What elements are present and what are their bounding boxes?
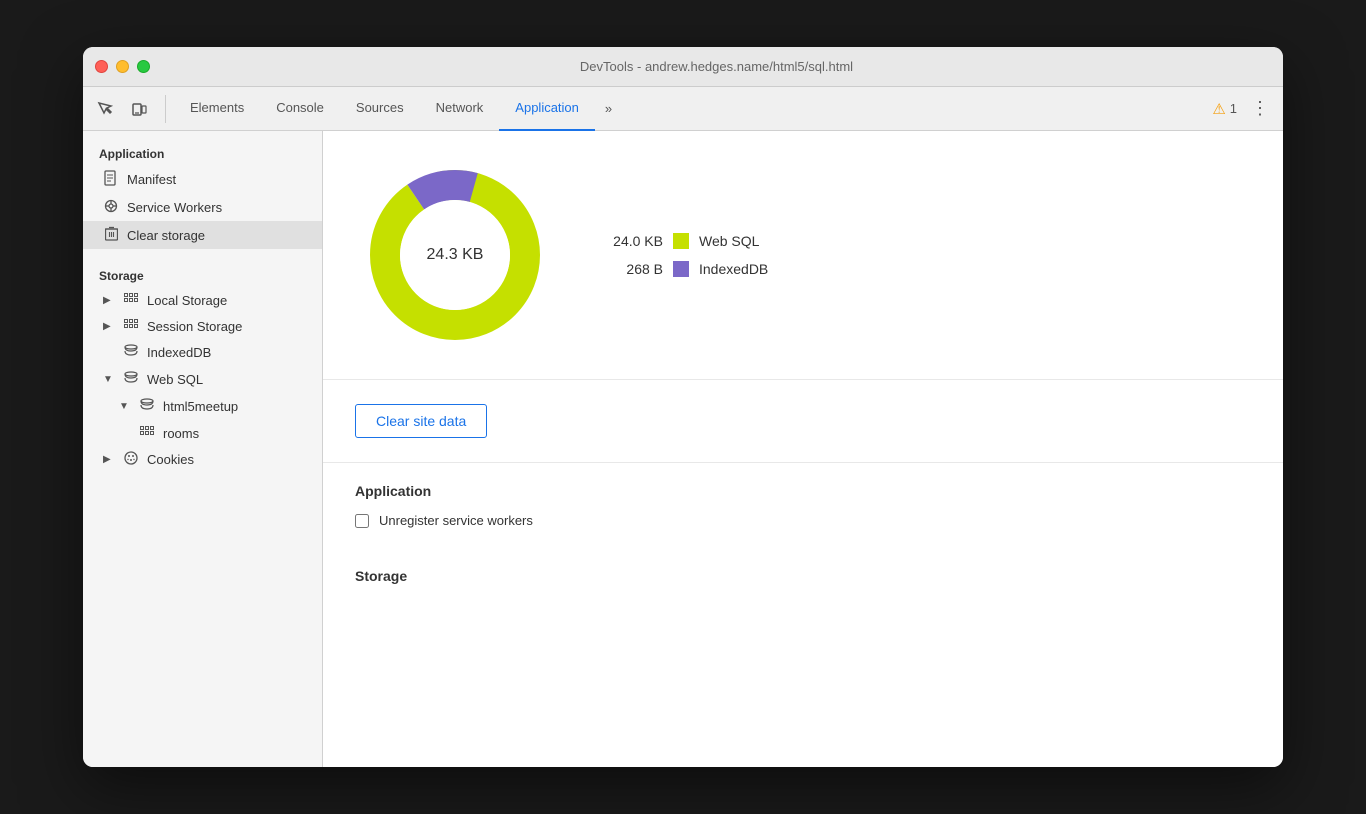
clear-storage-label: Clear storage	[127, 228, 205, 243]
tab-elements[interactable]: Elements	[174, 87, 260, 131]
html5meetup-label: html5meetup	[163, 399, 238, 414]
app-section-title: Application	[83, 139, 322, 165]
session-storage-label: Session Storage	[147, 319, 242, 334]
local-storage-icon	[123, 292, 139, 308]
indexeddb-label: IndexedDB	[147, 345, 211, 360]
storage-section-title: Storage	[83, 261, 322, 287]
chart-center-label: 24.3 KB	[427, 246, 484, 264]
legend-item-websql: 24.0 KB Web SQL	[603, 233, 768, 249]
manifest-icon	[103, 170, 119, 189]
indexeddb-name: IndexedDB	[699, 261, 768, 277]
html5meetup-expand[interactable]: ▼	[119, 401, 131, 412]
main-content: 24.3 KB 24.0 KB Web SQL 268 B IndexedDB	[323, 131, 1283, 767]
unregister-sw-label: Unregister service workers	[379, 513, 533, 528]
warning-icon: ⚠	[1212, 100, 1225, 118]
window-title: DevTools - andrew.hedges.name/html5/sql.…	[162, 59, 1271, 74]
tab-sources[interactable]: Sources	[340, 87, 420, 131]
tab-console[interactable]: Console	[260, 87, 340, 131]
unregister-sw-item: Unregister service workers	[355, 513, 1251, 528]
indexeddb-color	[673, 261, 689, 277]
sidebar-item-manifest[interactable]: Manifest	[83, 165, 322, 194]
sidebar-item-cookies[interactable]: ▶ Cookies	[83, 446, 322, 473]
cookies-icon	[123, 451, 139, 468]
sidebar-item-clear-storage[interactable]: Clear storage	[83, 221, 322, 249]
clear-section: Clear site data	[323, 380, 1283, 463]
storage-heading: Storage	[323, 548, 1283, 584]
chart-section: 24.3 KB 24.0 KB Web SQL 268 B IndexedDB	[323, 131, 1283, 380]
more-options[interactable]: ⋮	[1245, 98, 1275, 119]
cookies-label: Cookies	[147, 452, 194, 467]
web-sql-icon	[123, 371, 139, 388]
service-workers-icon	[103, 199, 119, 216]
manifest-label: Manifest	[127, 172, 176, 187]
toolbar-right: ⚠ 1 ⋮	[1212, 98, 1275, 119]
inspect-icon[interactable]	[91, 95, 119, 123]
session-storage-icon	[123, 318, 139, 334]
sidebar: Application Manifest	[83, 131, 323, 767]
html5meetup-icon	[139, 398, 155, 415]
sidebar-item-indexeddb[interactable]: IndexedDB	[83, 339, 322, 366]
toolbar-icons	[91, 95, 166, 123]
device-icon[interactable]	[125, 95, 153, 123]
tab-network[interactable]: Network	[420, 87, 500, 131]
rooms-label: rooms	[163, 426, 199, 441]
application-heading: Application	[355, 483, 1251, 499]
more-tabs[interactable]: »	[595, 87, 622, 131]
local-storage-label: Local Storage	[147, 293, 227, 308]
unregister-sw-checkbox[interactable]	[355, 514, 369, 528]
websql-size: 24.0 KB	[603, 233, 663, 249]
chart-legend: 24.0 KB Web SQL 268 B IndexedDB	[603, 233, 768, 277]
devtools-window: DevTools - andrew.hedges.name/html5/sql.…	[83, 47, 1283, 767]
sidebar-item-rooms[interactable]: rooms	[83, 420, 322, 446]
sidebar-item-session-storage[interactable]: ▶ Session Storage	[83, 313, 322, 339]
toolbar: Elements Console Sources Network Applica…	[83, 87, 1283, 131]
sidebar-item-html5meetup[interactable]: ▼ html5meetup	[83, 393, 322, 420]
sidebar-item-local-storage[interactable]: ▶ Local Storage	[83, 287, 322, 313]
tab-application[interactable]: Application	[499, 87, 595, 131]
toolbar-tabs: Elements Console Sources Network Applica…	[174, 87, 1212, 131]
legend-item-indexeddb: 268 B IndexedDB	[603, 261, 768, 277]
clear-storage-icon	[103, 226, 119, 244]
indexeddb-icon	[123, 344, 139, 361]
traffic-lights	[95, 60, 150, 73]
indexeddb-size: 268 B	[603, 261, 663, 277]
maximize-button[interactable]	[137, 60, 150, 73]
donut-chart: 24.3 KB	[355, 155, 555, 355]
warning-badge[interactable]: ⚠ 1	[1212, 100, 1237, 118]
websql-name: Web SQL	[699, 233, 759, 249]
service-workers-label: Service Workers	[127, 200, 222, 215]
minimize-button[interactable]	[116, 60, 129, 73]
content-area: Application Manifest	[83, 131, 1283, 767]
cookies-expand[interactable]: ▶	[103, 454, 115, 465]
rooms-icon	[139, 425, 155, 441]
warning-count: 1	[1230, 101, 1237, 116]
sidebar-item-service-workers[interactable]: Service Workers	[83, 194, 322, 221]
web-sql-label: Web SQL	[147, 372, 203, 387]
websql-color	[673, 233, 689, 249]
application-section: Application Unregister service workers	[323, 463, 1283, 548]
titlebar: DevTools - andrew.hedges.name/html5/sql.…	[83, 47, 1283, 87]
web-sql-expand[interactable]: ▼	[103, 374, 115, 385]
local-storage-expand[interactable]: ▶	[103, 295, 115, 306]
close-button[interactable]	[95, 60, 108, 73]
sidebar-item-web-sql[interactable]: ▼ Web SQL	[83, 366, 322, 393]
session-storage-expand[interactable]: ▶	[103, 321, 115, 332]
clear-site-data-button[interactable]: Clear site data	[355, 404, 487, 438]
